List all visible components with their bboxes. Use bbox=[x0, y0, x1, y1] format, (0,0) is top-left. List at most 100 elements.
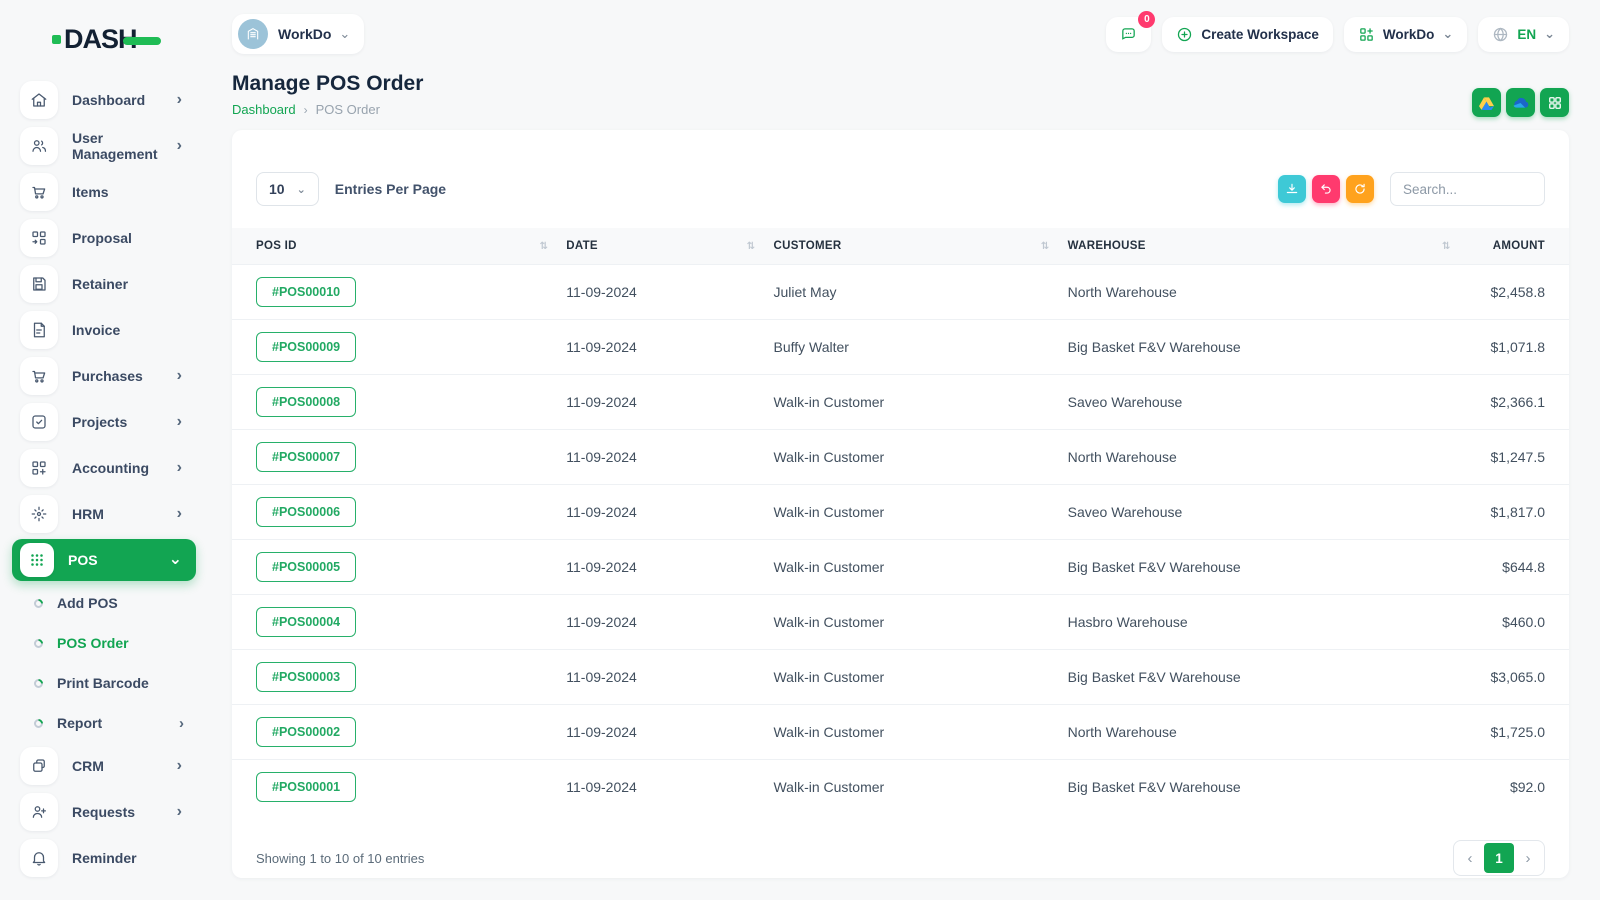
pos-id-link[interactable]: #POS00002 bbox=[256, 717, 357, 747]
brand-logo[interactable]: DASH bbox=[12, 18, 196, 77]
cell-customer: Buffy Walter bbox=[773, 319, 1068, 375]
cell-date: 11-09-2024 bbox=[566, 429, 774, 485]
create-workspace-button[interactable]: Create Workspace bbox=[1162, 16, 1333, 52]
sidebar-item-reminder[interactable]: Reminder bbox=[12, 835, 196, 881]
sidebar-item-accounting[interactable]: Accounting › bbox=[12, 445, 196, 491]
cell-amount: $2,366.1 bbox=[1468, 374, 1569, 430]
refresh-icon bbox=[1355, 183, 1365, 194]
chevron-right-icon: › bbox=[176, 505, 182, 522]
bullet-icon bbox=[32, 716, 45, 730]
topbar: WorkDo ⌄ 0 Create Workspace WorkDo ⌄ EN … bbox=[232, 0, 1569, 58]
undo-icon bbox=[1321, 184, 1331, 194]
grid-plus-icon bbox=[1360, 27, 1373, 41]
page-1-button[interactable]: 1 bbox=[1484, 843, 1514, 873]
bullet-icon bbox=[32, 596, 45, 610]
sidebar-subitem-report[interactable]: Report › bbox=[12, 703, 196, 743]
plus-circle-icon bbox=[1178, 27, 1192, 41]
table-row: #POS00001 11-09-2024 Walk-in Customer Bi… bbox=[232, 759, 1569, 814]
pos-id-link[interactable]: #POS00004 bbox=[256, 607, 357, 637]
dots-grid-icon bbox=[20, 543, 54, 577]
table-row: #POS00008 11-09-2024 Walk-in Customer Sa… bbox=[232, 374, 1569, 430]
sidebar: DASH Dashboard › User Management › Items… bbox=[0, 0, 208, 900]
cell-warehouse: Big Basket F&V Warehouse bbox=[1067, 319, 1469, 375]
sidebar-item-label: Invoice bbox=[72, 322, 121, 338]
onedrive-icon bbox=[1513, 97, 1529, 108]
undo-button[interactable] bbox=[1312, 175, 1340, 203]
sidebar-item-items[interactable]: Items bbox=[12, 169, 196, 215]
cell-customer: Walk-in Customer bbox=[773, 429, 1068, 485]
cell-date: 11-09-2024 bbox=[566, 704, 774, 760]
table-row: #POS00004 11-09-2024 Walk-in Customer Ha… bbox=[232, 594, 1569, 650]
sidebar-item-proposal[interactable]: Proposal bbox=[12, 215, 196, 261]
sidebar-item-projects[interactable]: Projects › bbox=[12, 399, 196, 445]
chevron-down-icon: ⌄ bbox=[339, 26, 351, 41]
pos-id-link[interactable]: #POS00010 bbox=[256, 277, 357, 307]
cell-customer: Walk-in Customer bbox=[773, 594, 1068, 650]
header-amount[interactable]: AMOUNT bbox=[1468, 228, 1569, 265]
refresh-button[interactable] bbox=[1346, 175, 1374, 203]
workspace-menu-label: WorkDo bbox=[1382, 26, 1435, 42]
sort-icon: ⇅ bbox=[1442, 240, 1451, 252]
google-drive-button[interactable] bbox=[1472, 88, 1501, 117]
sidebar-item-crm[interactable]: CRM › bbox=[12, 743, 196, 789]
cell-date: 11-09-2024 bbox=[566, 484, 774, 540]
pos-id-link[interactable]: #POS00007 bbox=[256, 442, 357, 472]
table-row: #POS00009 11-09-2024 Buffy Walter Big Ba… bbox=[232, 319, 1569, 375]
language-selector[interactable]: EN ⌄ bbox=[1478, 16, 1569, 52]
sidebar-subitem-add-pos[interactable]: Add POS bbox=[12, 583, 196, 623]
sidebar-item-user-management[interactable]: User Management › bbox=[12, 123, 196, 169]
sidebar-item-hrm[interactable]: HRM › bbox=[12, 491, 196, 537]
cell-date: 11-09-2024 bbox=[566, 539, 774, 595]
next-page-button[interactable]: › bbox=[1514, 843, 1542, 873]
logo-bar bbox=[122, 36, 161, 45]
pos-order-card: 10 ⌄ Entries Per Page POS bbox=[232, 130, 1569, 878]
sidebar-item-retainer[interactable]: Retainer bbox=[12, 261, 196, 307]
header-date[interactable]: DATE ⇅ bbox=[566, 228, 774, 265]
check-square-icon bbox=[20, 403, 58, 441]
header-warehouse[interactable]: WAREHOUSE ⇅ bbox=[1067, 228, 1469, 265]
pos-id-link[interactable]: #POS00005 bbox=[256, 552, 357, 582]
header-pos-id[interactable]: POS ID ⇅ bbox=[232, 228, 567, 265]
save-icon bbox=[20, 265, 58, 303]
prev-page-button[interactable]: ‹ bbox=[1456, 843, 1484, 873]
search-input[interactable] bbox=[1390, 172, 1545, 206]
pos-id-link[interactable]: #POS00008 bbox=[256, 387, 357, 417]
header-customer[interactable]: CUSTOMER ⇅ bbox=[773, 228, 1068, 265]
sidebar-item-label: User Management bbox=[72, 130, 158, 162]
grid-view-button[interactable] bbox=[1540, 88, 1569, 117]
pos-id-link[interactable]: #POS00009 bbox=[256, 332, 357, 362]
sidebar-subitem-print-barcode[interactable]: Print Barcode bbox=[12, 663, 196, 703]
breadcrumb-dashboard-link[interactable]: Dashboard bbox=[232, 102, 296, 117]
workspace-selector[interactable]: WorkDo ⌄ bbox=[232, 14, 365, 54]
globe-icon bbox=[1494, 27, 1508, 41]
table-toolbar: 10 ⌄ Entries Per Page bbox=[232, 152, 1569, 228]
cell-warehouse: Saveo Warehouse bbox=[1067, 484, 1469, 540]
pos-id-link[interactable]: #POS00006 bbox=[256, 497, 357, 527]
breadcrumb-current: POS Order bbox=[315, 102, 380, 117]
cell-warehouse: Big Basket F&V Warehouse bbox=[1067, 649, 1469, 705]
entries-per-page-select[interactable]: 10 ⌄ bbox=[256, 172, 319, 206]
table-row: #POS00006 11-09-2024 Walk-in Customer Sa… bbox=[232, 484, 1569, 540]
workspace-menu-button[interactable]: WorkDo ⌄ bbox=[1343, 16, 1468, 52]
cell-amount: $1,817.0 bbox=[1468, 484, 1569, 540]
sidebar-item-pos[interactable]: POS ⌄ bbox=[12, 539, 196, 581]
create-workspace-label: Create Workspace bbox=[1201, 26, 1319, 42]
pos-id-link[interactable]: #POS00001 bbox=[256, 772, 357, 802]
sidebar-item-purchases[interactable]: Purchases › bbox=[12, 353, 196, 399]
chevron-down-icon: ⌄ bbox=[168, 551, 182, 568]
sidebar-item-dashboard[interactable]: Dashboard › bbox=[12, 77, 196, 123]
entries-label: Entries Per Page bbox=[334, 181, 447, 197]
sidebar-item-label: Purchases bbox=[72, 368, 143, 384]
sidebar-item-requests[interactable]: Requests › bbox=[12, 789, 196, 835]
sidebar-item-label: Projects bbox=[72, 414, 128, 430]
sidebar-item-invoice[interactable]: Invoice bbox=[12, 307, 196, 353]
sidebar-subitem-pos-order[interactable]: POS Order bbox=[12, 623, 196, 663]
pos-id-link[interactable]: #POS00003 bbox=[256, 662, 357, 692]
chat-button[interactable]: 0 bbox=[1106, 10, 1156, 52]
sort-icon: ⇅ bbox=[746, 240, 756, 252]
cell-warehouse: Saveo Warehouse bbox=[1067, 374, 1469, 430]
onedrive-button[interactable] bbox=[1506, 88, 1535, 117]
google-drive-icon bbox=[1479, 96, 1494, 110]
export-button[interactable] bbox=[1278, 175, 1306, 203]
cell-date: 11-09-2024 bbox=[566, 319, 774, 375]
